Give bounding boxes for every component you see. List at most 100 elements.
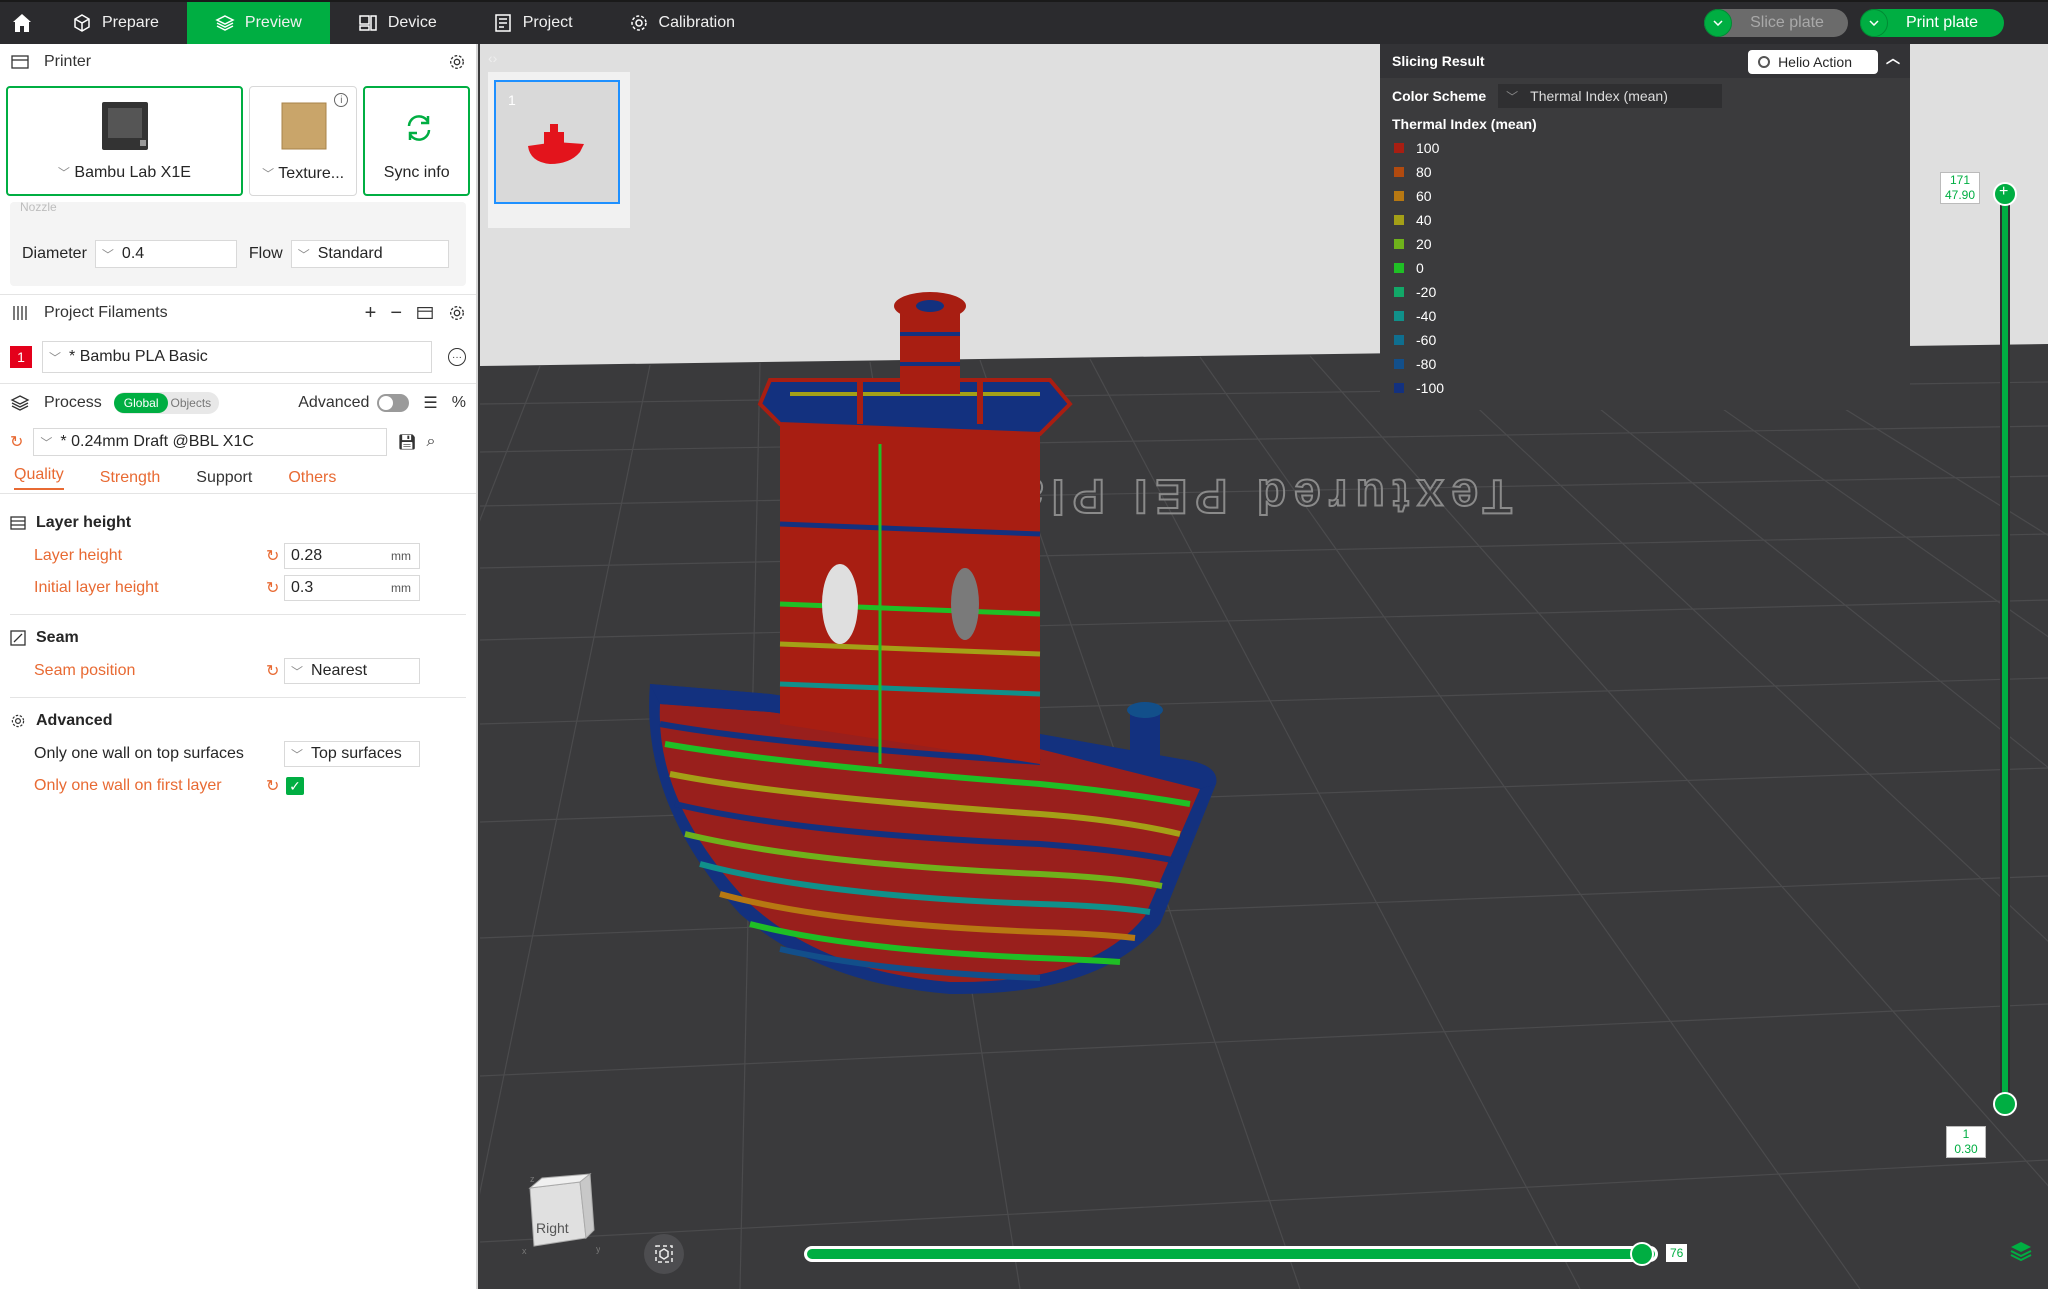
nozzle-settings: Nozzle Diameter ﹀ 0.4 Flow ﹀ Standard xyxy=(10,200,466,286)
tab-label: Device xyxy=(387,14,437,31)
plate-type-card[interactable]: i ﹀ Texture... xyxy=(248,86,358,196)
move-slider-track[interactable] xyxy=(804,1246,1658,1262)
layer-slider-track[interactable] xyxy=(2000,194,2010,1104)
layer-height-input[interactable]: 0.28 mm xyxy=(284,543,420,569)
one-wall-top-select[interactable]: ﹀ Top surfaces xyxy=(284,741,420,767)
info-icon[interactable]: i xyxy=(334,93,349,107)
tab-project[interactable]: Project xyxy=(465,2,601,44)
slicing-result-panel: Slicing Result Helio Action ︿ Color Sche… xyxy=(1380,44,1910,410)
collapse-icon[interactable]: ︿ xyxy=(1886,48,1900,68)
collapse-panel-icon[interactable]: ‹› xyxy=(488,50,497,66)
remove-filament-icon[interactable]: − xyxy=(390,302,402,325)
seam-position-select[interactable]: ﹀ Nearest xyxy=(284,658,420,684)
tab-strength[interactable]: Strength xyxy=(100,469,160,487)
chevron-down-icon: ﹀ xyxy=(262,167,275,181)
reset-icon[interactable]: ↻ xyxy=(266,661,279,681)
filament-sync-icon[interactable] xyxy=(416,304,434,322)
legend-label: 40 xyxy=(1416,212,1432,228)
color-scheme-label: Color Scheme xyxy=(1392,88,1487,104)
compare-icon[interactable]: % xyxy=(452,394,466,412)
printer-cards: ﹀ Bambu Lab X1E i ﹀ Texture... Sync info xyxy=(0,80,476,196)
advanced-toggle[interactable] xyxy=(377,394,410,412)
reset-icon[interactable]: ↻ xyxy=(266,546,279,566)
flow-select[interactable]: ﹀ Standard xyxy=(290,240,449,268)
tab-preview[interactable]: Preview xyxy=(186,2,330,44)
legend-item: 100 xyxy=(1380,136,1910,160)
3d-viewport[interactable]: Textured PEI Plate 1 ‹› Slicing Result H… xyxy=(480,44,2048,1289)
tab-calibration[interactable]: Calibration xyxy=(601,2,763,44)
initial-layer-height-input[interactable]: 0.3 mm xyxy=(284,575,420,601)
layer-top-handle[interactable]: + xyxy=(1993,182,2017,206)
tab-label: Preview xyxy=(244,14,302,31)
tab-quality[interactable]: Quality xyxy=(14,466,64,490)
view-cube[interactable]: z x y xyxy=(520,1168,600,1258)
legend-item: -40 xyxy=(1380,304,1910,328)
legend-label: 0 xyxy=(1416,260,1424,276)
process-preset-select[interactable]: ﹀ * 0.24mm Draft @BBL X1C xyxy=(33,428,388,456)
legend-swatch xyxy=(1394,359,1404,369)
print-plate-button[interactable]: Print plate xyxy=(1859,9,2004,37)
camera-reset-button[interactable] xyxy=(644,1234,684,1274)
global-option[interactable]: Global xyxy=(113,393,169,413)
one-wall-first-checkbox[interactable]: ✓ xyxy=(286,777,304,795)
scope-toggle[interactable]: Global Objects xyxy=(113,392,220,414)
legend-label: -40 xyxy=(1416,308,1437,324)
chevron-down-icon: ﹀ xyxy=(57,166,70,180)
legend-swatch xyxy=(1394,311,1404,321)
chevron-down-icon[interactable] xyxy=(1704,9,1733,37)
home-button[interactable] xyxy=(0,1,44,45)
top-toolbar: Prepare Preview Device Project Calibrati… xyxy=(0,0,2048,44)
move-slider-handle[interactable] xyxy=(1630,1242,1654,1266)
advanced-gear-icon xyxy=(11,714,25,728)
layers-view-icon[interactable] xyxy=(2008,1239,2034,1265)
process-preset-row: ↻ ﹀ * 0.24mm Draft @BBL X1C 💾︎ ⌕ xyxy=(0,422,476,462)
legend-list: 100 80 60 40 20 0 -20 -40 -60 -80 -100 xyxy=(1380,136,1910,400)
reset-icon[interactable]: ↻ xyxy=(266,578,279,598)
tab-support[interactable]: Support xyxy=(196,469,252,487)
seam-position-label: Seam position xyxy=(34,662,136,679)
tab-prepare[interactable]: Prepare xyxy=(44,2,187,44)
process-tabs: Quality Strength Support Others xyxy=(0,462,476,494)
legend-item: 0 xyxy=(1380,256,1910,280)
helio-action-button[interactable]: Helio Action xyxy=(1748,50,1878,74)
plate-thumbnail[interactable]: 1 xyxy=(494,80,620,204)
nozzle-fields: Diameter ﹀ 0.4 Flow ﹀ Standard xyxy=(22,240,449,268)
objects-option[interactable]: Objects xyxy=(168,396,219,410)
printer-model-card[interactable]: ﹀ Bambu Lab X1E xyxy=(6,86,243,196)
sync-icon xyxy=(408,115,431,141)
sync-info-button[interactable]: Sync info xyxy=(363,86,470,196)
layer-bottom-height: 0.30 xyxy=(1954,1142,1978,1156)
layer-top-readout: 171 47.90 xyxy=(1940,172,1980,204)
layer-range-slider[interactable]: + xyxy=(1993,182,2017,1119)
filament-select[interactable]: ﹀ * Bambu PLA Basic xyxy=(42,341,432,373)
seam-position-option: Seam position ↻ ﹀ Nearest xyxy=(0,655,476,687)
printer-model-label: ﹀ Bambu Lab X1E xyxy=(57,164,191,181)
plate-thumbnail-panel: 1 xyxy=(488,72,630,228)
sync-info-label: Sync info xyxy=(383,164,450,181)
color-scheme-select[interactable]: ﹀ Thermal Index (mean) xyxy=(1498,84,1723,108)
reset-icon[interactable]: ↻ xyxy=(10,432,23,452)
more-options-icon[interactable]: ··· xyxy=(448,348,466,366)
search-icon[interactable]: ⌕ xyxy=(426,433,435,451)
gear-icon[interactable] xyxy=(448,304,466,322)
save-icon[interactable]: 💾︎ xyxy=(397,433,416,451)
tab-others[interactable]: Others xyxy=(288,469,336,487)
legend-swatch xyxy=(1394,143,1404,153)
filament-slot-badge: 1 xyxy=(10,346,32,368)
gear-icon[interactable] xyxy=(448,53,466,71)
reset-icon[interactable]: ↻ xyxy=(266,776,279,796)
initial-layer-height-label: Initial layer height xyxy=(34,579,159,596)
move-slider[interactable]: 76 xyxy=(804,1240,1688,1266)
flow-label: Flow xyxy=(248,245,283,262)
chevron-down-icon[interactable] xyxy=(1859,9,1888,37)
add-filament-icon[interactable]: + xyxy=(365,302,377,325)
diameter-select[interactable]: ﹀ 0.4 xyxy=(94,240,237,268)
tab-device[interactable]: Device xyxy=(330,2,465,44)
tab-label: Project xyxy=(522,14,573,31)
layer-height-option: Layer height ↻ 0.28 mm xyxy=(0,540,476,572)
list-icon[interactable]: ☰ xyxy=(423,393,437,413)
layer-bottom-handle[interactable] xyxy=(1993,1092,2017,1116)
legend-swatch xyxy=(1394,191,1404,201)
layer-height-group: Layer height xyxy=(0,506,476,540)
slice-plate-button[interactable]: Slice plate xyxy=(1704,9,1848,37)
